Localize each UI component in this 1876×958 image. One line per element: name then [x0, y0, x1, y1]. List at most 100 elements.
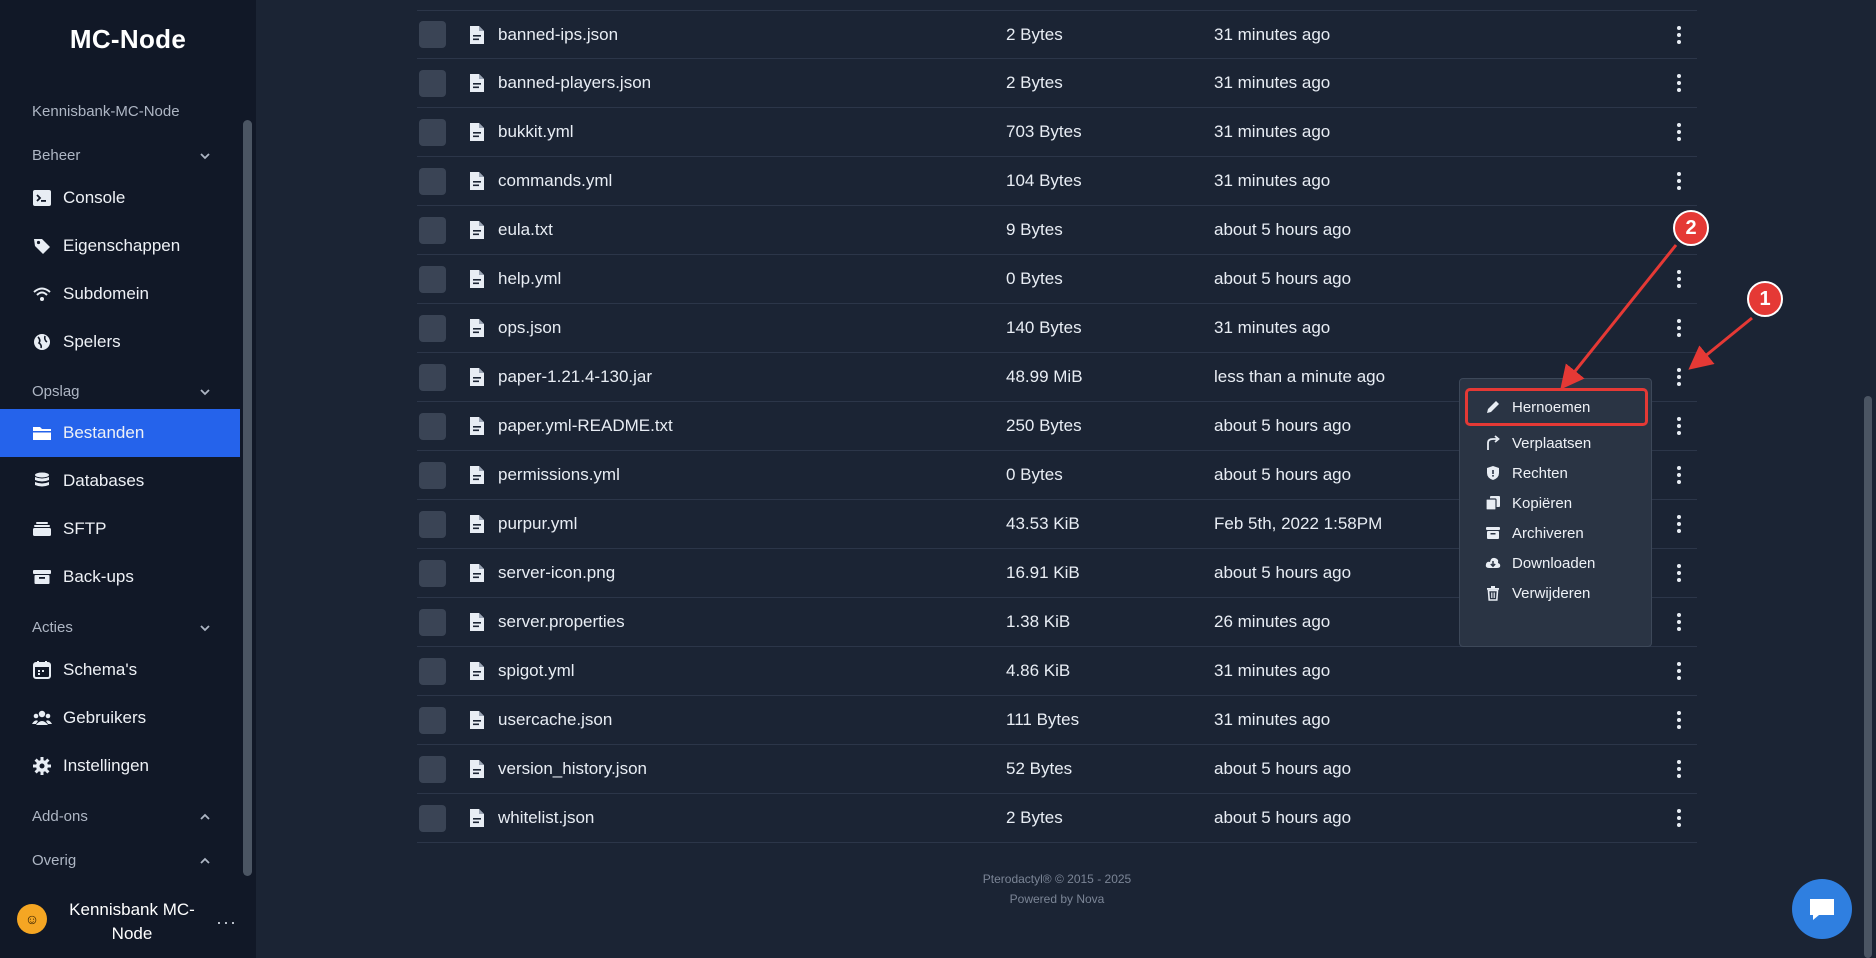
row-checkbox[interactable]: [419, 216, 446, 244]
file-name[interactable]: purpur.yml: [498, 514, 577, 534]
row-checkbox[interactable]: [419, 657, 446, 685]
sidebar-item-gebruikers[interactable]: Gebruikers: [0, 694, 240, 742]
sidebar-item-subdomein[interactable]: Subdomein: [0, 270, 240, 318]
section-opslag[interactable]: Opslag: [32, 383, 212, 400]
row-checkbox[interactable]: [419, 69, 446, 97]
row-checkbox[interactable]: [419, 167, 446, 195]
file-name[interactable]: commands.yml: [498, 171, 612, 191]
sidebar-item-schemas[interactable]: Schema's: [0, 646, 240, 694]
table-row[interactable]: version_history.json 52 Bytes about 5 ho…: [417, 745, 1697, 794]
file-name[interactable]: paper-1.21.4-130.jar: [498, 367, 652, 387]
file-name[interactable]: version_history.json: [498, 759, 647, 779]
brand-title[interactable]: MC-Node: [0, 24, 256, 55]
sidebar-item-spelers[interactable]: Spelers: [0, 318, 240, 366]
file-name[interactable]: eula.txt: [498, 220, 553, 240]
sidebar-scrollbar[interactable]: [243, 120, 252, 876]
sidebar-item-sftp[interactable]: SFTP: [0, 505, 240, 553]
file-name[interactable]: permissions.yml: [498, 465, 620, 485]
table-row[interactable]: commands.yml 104 Bytes 31 minutes ago: [417, 157, 1697, 206]
file-name[interactable]: help.yml: [498, 269, 561, 289]
file-name[interactable]: whitelist.json: [498, 808, 594, 828]
file-name[interactable]: usercache.json: [498, 710, 612, 730]
file-name[interactable]: server.properties: [498, 612, 625, 632]
more-options-icon[interactable]: [1669, 561, 1689, 585]
more-options-icon[interactable]: [1669, 23, 1689, 47]
row-checkbox[interactable]: [419, 118, 446, 146]
sidebar-item-backups[interactable]: Back-ups: [0, 553, 240, 601]
row-checkbox[interactable]: [419, 461, 446, 489]
menu-item-move[interactable]: Verplaatsen: [1468, 427, 1645, 459]
chat-button[interactable]: [1792, 879, 1852, 939]
row-checkbox[interactable]: [419, 412, 446, 440]
more-options-icon[interactable]: [1669, 708, 1689, 732]
sidebar-item-label: Console: [63, 188, 126, 207]
table-row[interactable]: help.yml 0 Bytes about 5 hours ago: [417, 255, 1697, 304]
more-options-icon[interactable]: [1669, 659, 1689, 683]
table-row[interactable]: eula.txt 9 Bytes about 5 hours ago: [417, 206, 1697, 255]
section-acties[interactable]: Acties: [32, 619, 212, 636]
chevron-down-icon: [200, 624, 210, 631]
menu-item-download[interactable]: Downloaden: [1468, 547, 1645, 579]
table-row[interactable]: spigot.yml 4.86 KiB 31 minutes ago: [417, 647, 1697, 696]
more-options-icon[interactable]: [1669, 365, 1689, 389]
file-name[interactable]: banned-players.json: [498, 73, 651, 93]
more-options-icon[interactable]: [1669, 414, 1689, 438]
file-icon: [470, 74, 484, 92]
user-profile[interactable]: ☺ Kennisbank MC-Node ···: [0, 890, 256, 958]
file-name[interactable]: banned-ips.json: [498, 25, 618, 45]
section-beheer[interactable]: Beheer: [32, 147, 212, 164]
menu-item-copy[interactable]: Kopiëren: [1468, 487, 1645, 519]
table-row[interactable]: banned-ips.json 2 Bytes 31 minutes ago: [417, 10, 1697, 59]
file-name[interactable]: bukkit.yml: [498, 122, 574, 142]
file-modified: about 5 hours ago: [1214, 563, 1352, 582]
menu-item-rename[interactable]: Hernoemen: [1465, 388, 1648, 426]
section-addons[interactable]: Add-ons: [32, 808, 212, 825]
sidebar-item-eigenschappen[interactable]: Eigenschappen: [0, 222, 240, 270]
database-icon: [32, 471, 52, 491]
row-checkbox[interactable]: [419, 265, 446, 293]
table-row[interactable]: bukkit.yml 703 Bytes 31 minutes ago: [417, 108, 1697, 157]
row-checkbox[interactable]: [419, 510, 446, 538]
footer-powered: Powered by Nova: [1009, 892, 1105, 906]
section-overig[interactable]: Overig: [32, 852, 212, 869]
more-options-icon[interactable]: ···: [216, 912, 237, 933]
sidebar-item-bestanden[interactable]: Bestanden: [0, 409, 240, 457]
more-options-icon[interactable]: [1669, 512, 1689, 536]
sidebar-item-label: Subdomein: [63, 284, 150, 303]
menu-item-archive[interactable]: Archiveren: [1468, 517, 1645, 549]
more-options-icon[interactable]: [1669, 757, 1689, 781]
more-options-icon[interactable]: [1669, 316, 1689, 340]
file-icon: [470, 172, 484, 190]
row-checkbox[interactable]: [419, 706, 446, 734]
more-options-icon[interactable]: [1669, 806, 1689, 830]
row-checkbox[interactable]: [419, 363, 446, 391]
row-checkbox[interactable]: [419, 21, 446, 48]
sidebar-item-console[interactable]: Console: [0, 174, 240, 222]
file-name[interactable]: ops.json: [498, 318, 561, 338]
page-scrollbar[interactable]: [1864, 396, 1872, 958]
more-options-icon[interactable]: [1669, 169, 1689, 193]
sidebar-item-instellingen[interactable]: Instellingen: [0, 742, 240, 790]
table-row[interactable]: usercache.json 111 Bytes 31 minutes ago: [417, 696, 1697, 745]
table-row[interactable]: whitelist.json 2 Bytes about 5 hours ago: [417, 794, 1697, 843]
menu-item-permissions[interactable]: Rechten: [1468, 457, 1645, 489]
menu-item-label: Kopiëren: [1512, 494, 1573, 512]
row-checkbox[interactable]: [419, 314, 446, 342]
more-options-icon[interactable]: [1669, 120, 1689, 144]
sidebar-item-databases[interactable]: Databases: [0, 457, 240, 505]
file-name[interactable]: spigot.yml: [498, 661, 575, 681]
more-options-icon[interactable]: [1669, 463, 1689, 487]
row-checkbox[interactable]: [419, 559, 446, 587]
more-options-icon[interactable]: [1669, 267, 1689, 291]
row-checkbox[interactable]: [419, 755, 446, 783]
file-name[interactable]: server-icon.png: [498, 563, 615, 583]
trash-icon: [1484, 584, 1502, 602]
table-row[interactable]: banned-players.json 2 Bytes 31 minutes a…: [417, 59, 1697, 108]
menu-item-delete[interactable]: Verwijderen: [1468, 577, 1645, 609]
more-options-icon[interactable]: [1669, 71, 1689, 95]
file-name[interactable]: paper.yml-README.txt: [498, 416, 673, 436]
row-checkbox[interactable]: [419, 608, 446, 636]
more-options-icon[interactable]: [1669, 610, 1689, 634]
row-checkbox[interactable]: [419, 804, 446, 832]
table-row[interactable]: ops.json 140 Bytes 31 minutes ago: [417, 304, 1697, 353]
